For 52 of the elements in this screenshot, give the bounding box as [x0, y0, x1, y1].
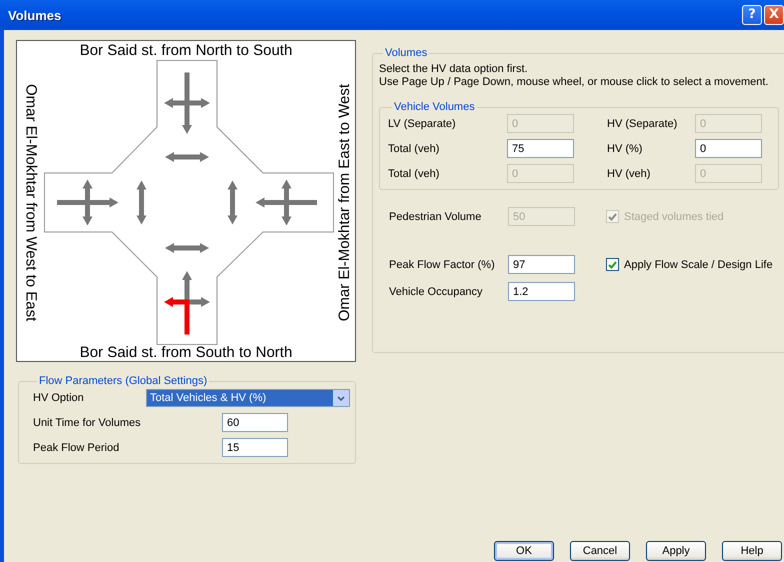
- chevron-down-icon: [337, 396, 345, 400]
- field-label: Peak Flow Factor (%): [389, 258, 496, 270]
- dialog-button[interactable]: OK: [494, 541, 554, 561]
- input-field[interactable]: 0: [695, 139, 762, 158]
- left-turn-arrow[interactable]: [164, 297, 190, 334]
- field-label: Unit Time for Volumes: [33, 416, 142, 428]
- input-field[interactable]: 75: [507, 139, 574, 158]
- through-arrow[interactable]: [182, 72, 192, 134]
- group-title: Flow Parameters (Global Settings): [38, 375, 208, 387]
- field-label: HV Option: [33, 392, 85, 404]
- dialog-button[interactable]: Apply: [646, 541, 706, 561]
- pedestrian-crossing-arrow[interactable]: [136, 180, 146, 224]
- field-label: Total (veh): [388, 142, 440, 154]
- field-label: LV (Separate): [388, 118, 457, 130]
- check-icon: [608, 212, 617, 220]
- group-title: Volumes: [384, 47, 428, 59]
- field-label: HV (%): [607, 142, 644, 154]
- instruction-text: Use Page Up / Page Down, mouse wheel, or mouse click to select a movement.: [379, 76, 770, 89]
- input-field[interactable]: 1.2: [508, 282, 575, 301]
- close-button[interactable]: X: [764, 5, 784, 25]
- input-field[interactable]: 60: [222, 413, 288, 432]
- pedestrian-crossing-arrow[interactable]: [228, 180, 238, 224]
- street-label: Bor Said st. from South to North: [80, 345, 292, 361]
- dialog-button[interactable]: Cancel: [570, 541, 630, 561]
- right-turn-arrow[interactable]: [282, 180, 292, 202]
- checkbox-label: Staged volumes tied: [624, 210, 724, 222]
- field-label: Total (veh): [388, 168, 440, 180]
- group-title: Vehicle Volumes: [393, 101, 476, 113]
- street-label: Omar El-Mokhtar from West to East: [22, 84, 38, 322]
- street-label: Omar El-Mokhtar from East to West: [336, 84, 352, 322]
- field-label: Pedestrian Volume: [389, 210, 482, 222]
- right-turn-arrow[interactable]: [82, 203, 92, 226]
- dialog-button[interactable]: Help: [722, 541, 782, 561]
- field-label: HV (Separate): [607, 118, 678, 130]
- checkbox-label: Apply Flow Scale / Design Life: [624, 258, 773, 270]
- instruction-text: Select the HV data option first.: [379, 63, 529, 76]
- through-arrow[interactable]: [57, 198, 118, 208]
- input-field[interactable]: 97: [508, 255, 575, 274]
- through-arrow[interactable]: [256, 198, 317, 208]
- street-label: Bor Said st. from North to South: [80, 42, 292, 58]
- pedestrian-crossing-arrow[interactable]: [165, 243, 209, 253]
- input-field[interactable]: 15: [222, 438, 288, 457]
- right-turn-arrow[interactable]: [164, 98, 186, 108]
- pedestrian-crossing-arrow[interactable]: [165, 152, 209, 162]
- field-label: Peak Flow Period: [33, 442, 120, 454]
- check-icon: [608, 260, 617, 268]
- window-title: Volumes: [8, 8, 62, 22]
- help-button[interactable]: ?: [742, 5, 762, 25]
- hv-option-select[interactable]: Total Vehicles & HV (%): [146, 389, 350, 407]
- checkbox[interactable]: [606, 258, 619, 271]
- field-label: Vehicle Occupancy: [389, 286, 484, 298]
- field-label: HV (veh): [607, 168, 652, 180]
